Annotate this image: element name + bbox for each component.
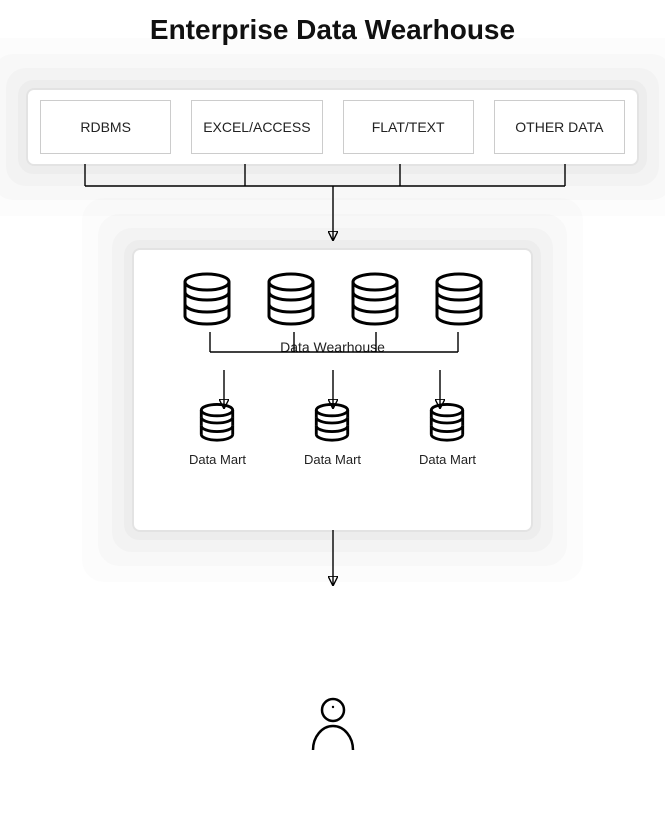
data-mart: Data Mart bbox=[189, 403, 246, 467]
user-block bbox=[0, 690, 665, 759]
data-mart: Data Mart bbox=[419, 403, 476, 467]
sources-row: RDBMS EXCEL/ACCESS FLAT/TEXT OTHER DATA bbox=[28, 90, 637, 164]
user-icon bbox=[301, 690, 365, 759]
source-rdbms: RDBMS bbox=[40, 100, 171, 154]
database-icon bbox=[179, 272, 235, 333]
database-icon bbox=[427, 403, 467, 448]
warehouse-label: Data Wearhouse bbox=[160, 339, 505, 355]
source-flat: FLAT/TEXT bbox=[343, 100, 474, 154]
diagram-stage: Enterprise Data Wearhouse RDBMS EXCEL/AC… bbox=[0, 0, 665, 822]
warehouse-panel: Data Wearhouse Data Mart Data Mart Data … bbox=[134, 250, 531, 530]
warehouse-db-row bbox=[160, 272, 505, 333]
source-excel: EXCEL/ACCESS bbox=[191, 100, 322, 154]
database-icon bbox=[263, 272, 319, 333]
data-mart-row: Data Mart Data Mart Data Mart bbox=[160, 403, 505, 467]
source-other: OTHER DATA bbox=[494, 100, 625, 154]
database-icon bbox=[312, 403, 352, 448]
data-mart: Data Mart bbox=[304, 403, 361, 467]
database-icon bbox=[197, 403, 237, 448]
database-icon bbox=[431, 272, 487, 333]
data-mart-label: Data Mart bbox=[189, 452, 246, 467]
diagram-title: Enterprise Data Wearhouse bbox=[0, 14, 665, 46]
database-icon bbox=[347, 272, 403, 333]
data-mart-label: Data Mart bbox=[304, 452, 361, 467]
data-mart-label: Data Mart bbox=[419, 452, 476, 467]
